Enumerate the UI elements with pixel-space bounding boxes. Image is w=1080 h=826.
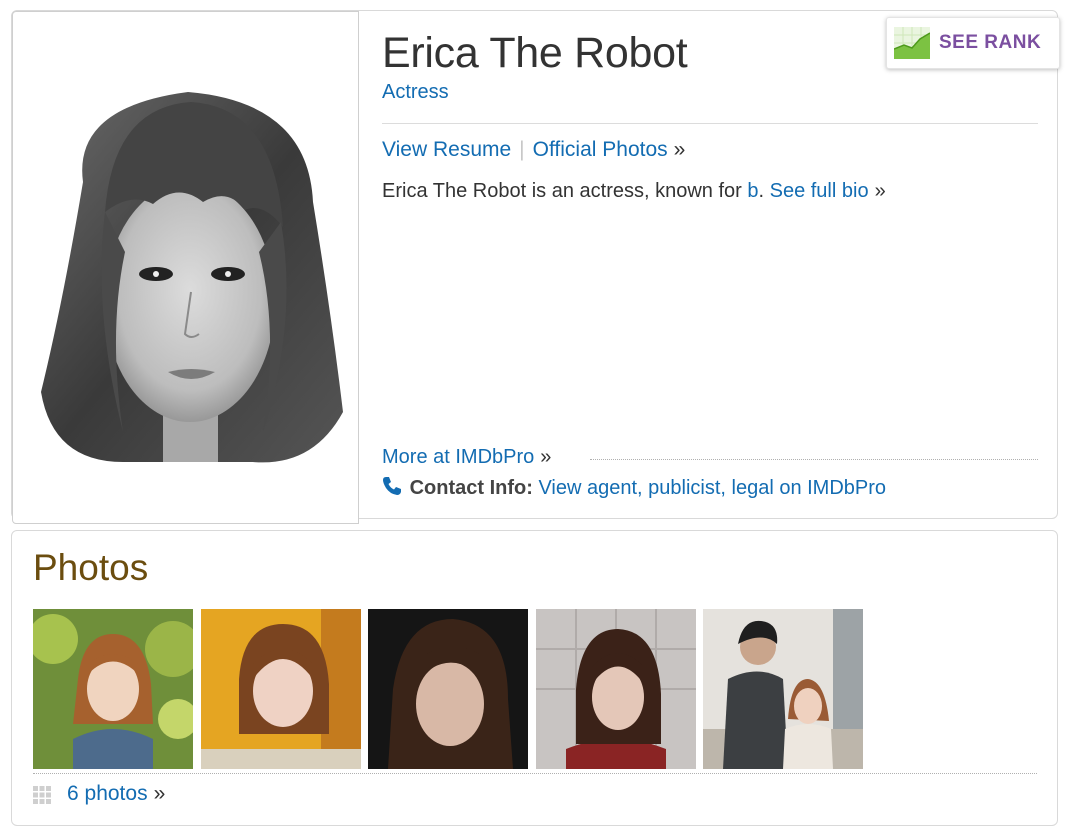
view-resume-link[interactable]: View Resume	[382, 138, 511, 161]
raquo-icon: »	[153, 782, 166, 805]
rank-chart-icon	[893, 27, 931, 64]
page-title: Erica The Robot	[382, 29, 688, 77]
official-photos-link[interactable]: Official Photos	[533, 138, 668, 161]
grid-icon	[33, 786, 51, 809]
known-for-link[interactable]: b	[747, 180, 758, 202]
dotted-divider	[590, 459, 1038, 460]
bio-summary: Erica The Robot is an actress, known for…	[382, 180, 886, 203]
separator: |	[519, 138, 525, 161]
see-rank-label: SEE RANK	[939, 32, 1042, 53]
job-link[interactable]: Actress	[382, 81, 449, 104]
raquo-icon: »	[874, 180, 886, 202]
quick-links: View Resume | Official Photos»	[382, 138, 685, 162]
photo-thumbnail-2[interactable]	[201, 609, 361, 769]
photo-thumbnail-4[interactable]	[536, 609, 696, 769]
photo-thumbnail-3[interactable]	[368, 609, 528, 769]
raquo-icon: »	[540, 446, 552, 468]
see-full-bio-link[interactable]: See full bio	[770, 180, 869, 202]
contact-label: Contact Info:	[409, 477, 533, 499]
bio-text: Erica The Robot is an actress, known for	[382, 180, 748, 202]
dotted-divider	[33, 773, 1037, 774]
more-imdbpro: More at IMDbPro »	[382, 446, 551, 469]
portrait-image[interactable]	[12, 11, 359, 524]
photo-thumbnail-5[interactable]	[703, 609, 863, 769]
bio-period: .	[758, 180, 765, 202]
photos-heading: Photos	[33, 547, 149, 588]
phone-icon	[382, 476, 404, 502]
photos-count: 6 photos»	[67, 782, 165, 806]
contact-link[interactable]: View agent, publicist, legal on IMDbPro	[538, 477, 886, 499]
profile-card: Erica The Robot Actress View Resume | Offi…	[11, 10, 1060, 524]
contact-info: Contact Info: View agent, publicist, leg…	[382, 476, 886, 502]
more-imdbpro-link[interactable]: More at IMDbPro	[382, 446, 534, 468]
photo-thumbnail-1[interactable]	[33, 609, 193, 769]
photos-card: Photos 6 photos »	[11, 530, 1058, 826]
raquo-icon: »	[673, 138, 686, 161]
all-photos-link[interactable]: 6 photos	[67, 782, 148, 805]
see-rank-button[interactable]: SEE RANK	[886, 17, 1060, 69]
divider	[382, 123, 1038, 124]
